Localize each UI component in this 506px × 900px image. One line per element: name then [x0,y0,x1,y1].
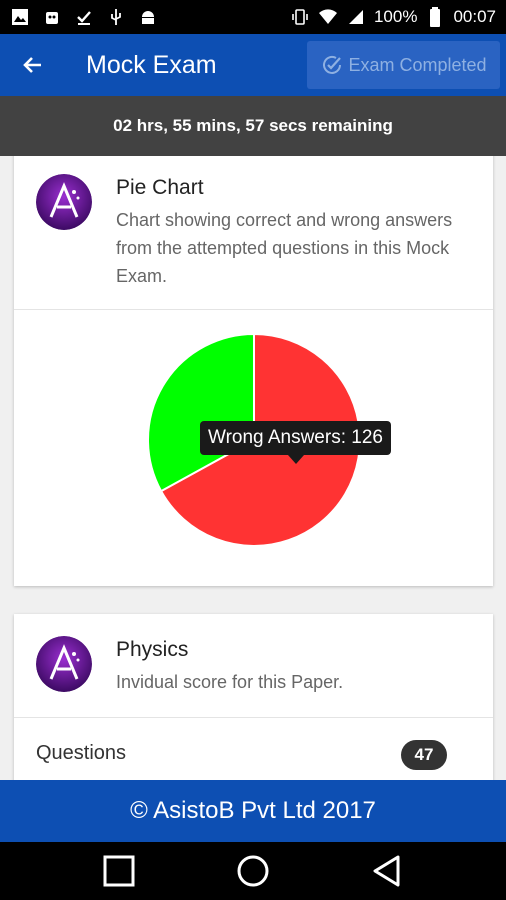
footer: © AsistoB Pvt Ltd 2017 [0,780,506,842]
pie-chart-area[interactable]: Wrong Answers: 126 [14,310,493,586]
questions-row[interactable]: Questions 47 [14,718,493,780]
card-description: Chart showing correct and wrong answers … [116,210,453,286]
card-title: Pie Chart [116,176,204,199]
questions-count-badge: 47 [401,740,447,770]
battery-percent: 100% [373,7,418,26]
navigation-bar [0,842,506,900]
timer-bar: 02 hrs, 55 mins, 57 secs remaining [0,96,506,156]
clock: 00:07 [453,7,496,26]
square-icon [103,855,135,887]
gallery-icon [10,7,30,27]
triangle-back-icon [373,855,400,887]
signal-icon [346,7,366,27]
exam-completed-button[interactable]: Exam Completed [307,41,500,89]
card-header: Physics Invidual score for this Paper. [14,614,493,718]
app-bar: Mock Exam Exam Completed [0,34,506,96]
battery-icon [425,7,445,27]
circle-icon [237,855,269,887]
pie-chart-card: Pie Chart Chart showing correct and wron… [14,156,493,586]
card-title: Physics [116,638,189,661]
usb-icon [106,7,126,27]
copyright-text: © AsistoB Pvt Ltd 2017 [130,797,376,824]
back-button[interactable] [0,34,66,96]
back-nav-button[interactable] [357,846,417,896]
app-logo-avatar [36,174,92,230]
page-title: Mock Exam [86,50,217,79]
time-remaining: 02 hrs, 55 mins, 57 secs remaining [113,116,393,135]
status-bar: 100% 00:07 [0,0,506,34]
card-header: Pie Chart Chart showing correct and wron… [14,156,493,310]
chart-tooltip-arrow [288,455,304,464]
chart-tooltip: Wrong Answers: 126 [200,421,391,455]
notification-icons [10,7,158,27]
system-status: 100% 00:07 [290,7,496,27]
content-scroll[interactable]: Pie Chart Chart showing correct and wron… [0,156,506,780]
vibrate-icon [290,7,310,27]
home-button[interactable] [223,846,283,896]
wifi-icon [318,7,338,27]
android-icon [138,7,158,27]
physics-card: Physics Invidual score for this Paper. Q… [14,614,493,780]
recents-button[interactable] [89,846,149,896]
questions-label: Questions [36,742,127,764]
robot-icon [42,7,62,27]
exam-completed-label: Exam Completed [348,54,487,75]
app-logo-avatar [36,636,92,692]
card-description: Invidual score for this Paper. [116,672,344,692]
arrow-left-icon [23,57,41,73]
download-done-icon [74,7,94,27]
check-circle-icon [323,55,342,74]
